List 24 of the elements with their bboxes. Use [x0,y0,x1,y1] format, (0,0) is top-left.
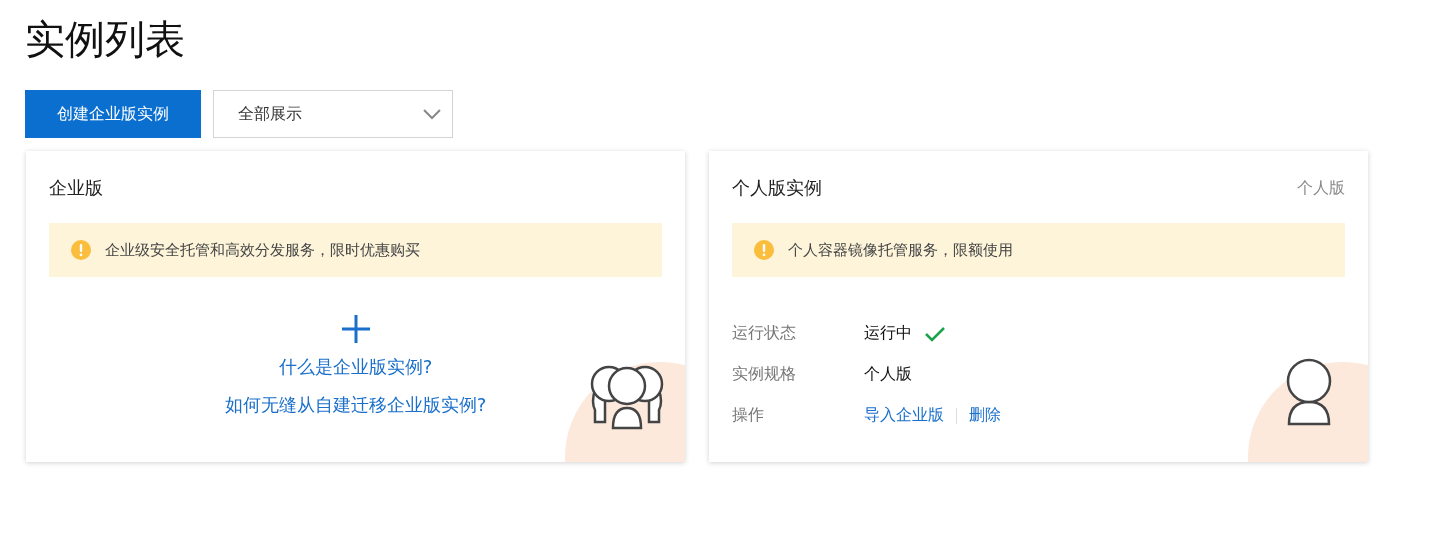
card-title: 个人版实例 [732,176,822,200]
edition-label: 个人版 [1297,177,1345,199]
status-value: 运行中 [864,323,912,344]
notice-text: 企业级安全托管和高效分发服务，限时优惠购买 [105,240,420,260]
filter-dropdown[interactable]: 全部展示 [213,90,453,138]
help-link[interactable]: 如何无缝从自建迁移企业版实例? [224,393,487,417]
user-icon [1286,358,1332,426]
field-label: 实例规格 [732,364,796,385]
warning-icon [754,240,774,260]
page-title: 实例列表 [25,15,186,64]
help-link[interactable]: 什么是企业版实例? [278,355,433,379]
card-title: 企业版 [49,176,103,200]
plus-icon[interactable] [341,315,370,343]
field-value: 个人版 [864,364,912,385]
action-link[interactable]: 导入企业版 [864,405,944,426]
field-label: 操作 [732,405,764,426]
field-label: 运行状态 [732,323,796,344]
action-link[interactable]: 删除 [969,405,1001,426]
user-group-icon [590,365,664,430]
warning-icon [71,240,91,260]
create-instance-button[interactable]: 创建企业版实例 [25,90,201,138]
check-icon [924,325,946,342]
chevron-down-icon [422,108,442,120]
notice-text: 个人容器镜像托管服务，限额使用 [788,240,1013,260]
